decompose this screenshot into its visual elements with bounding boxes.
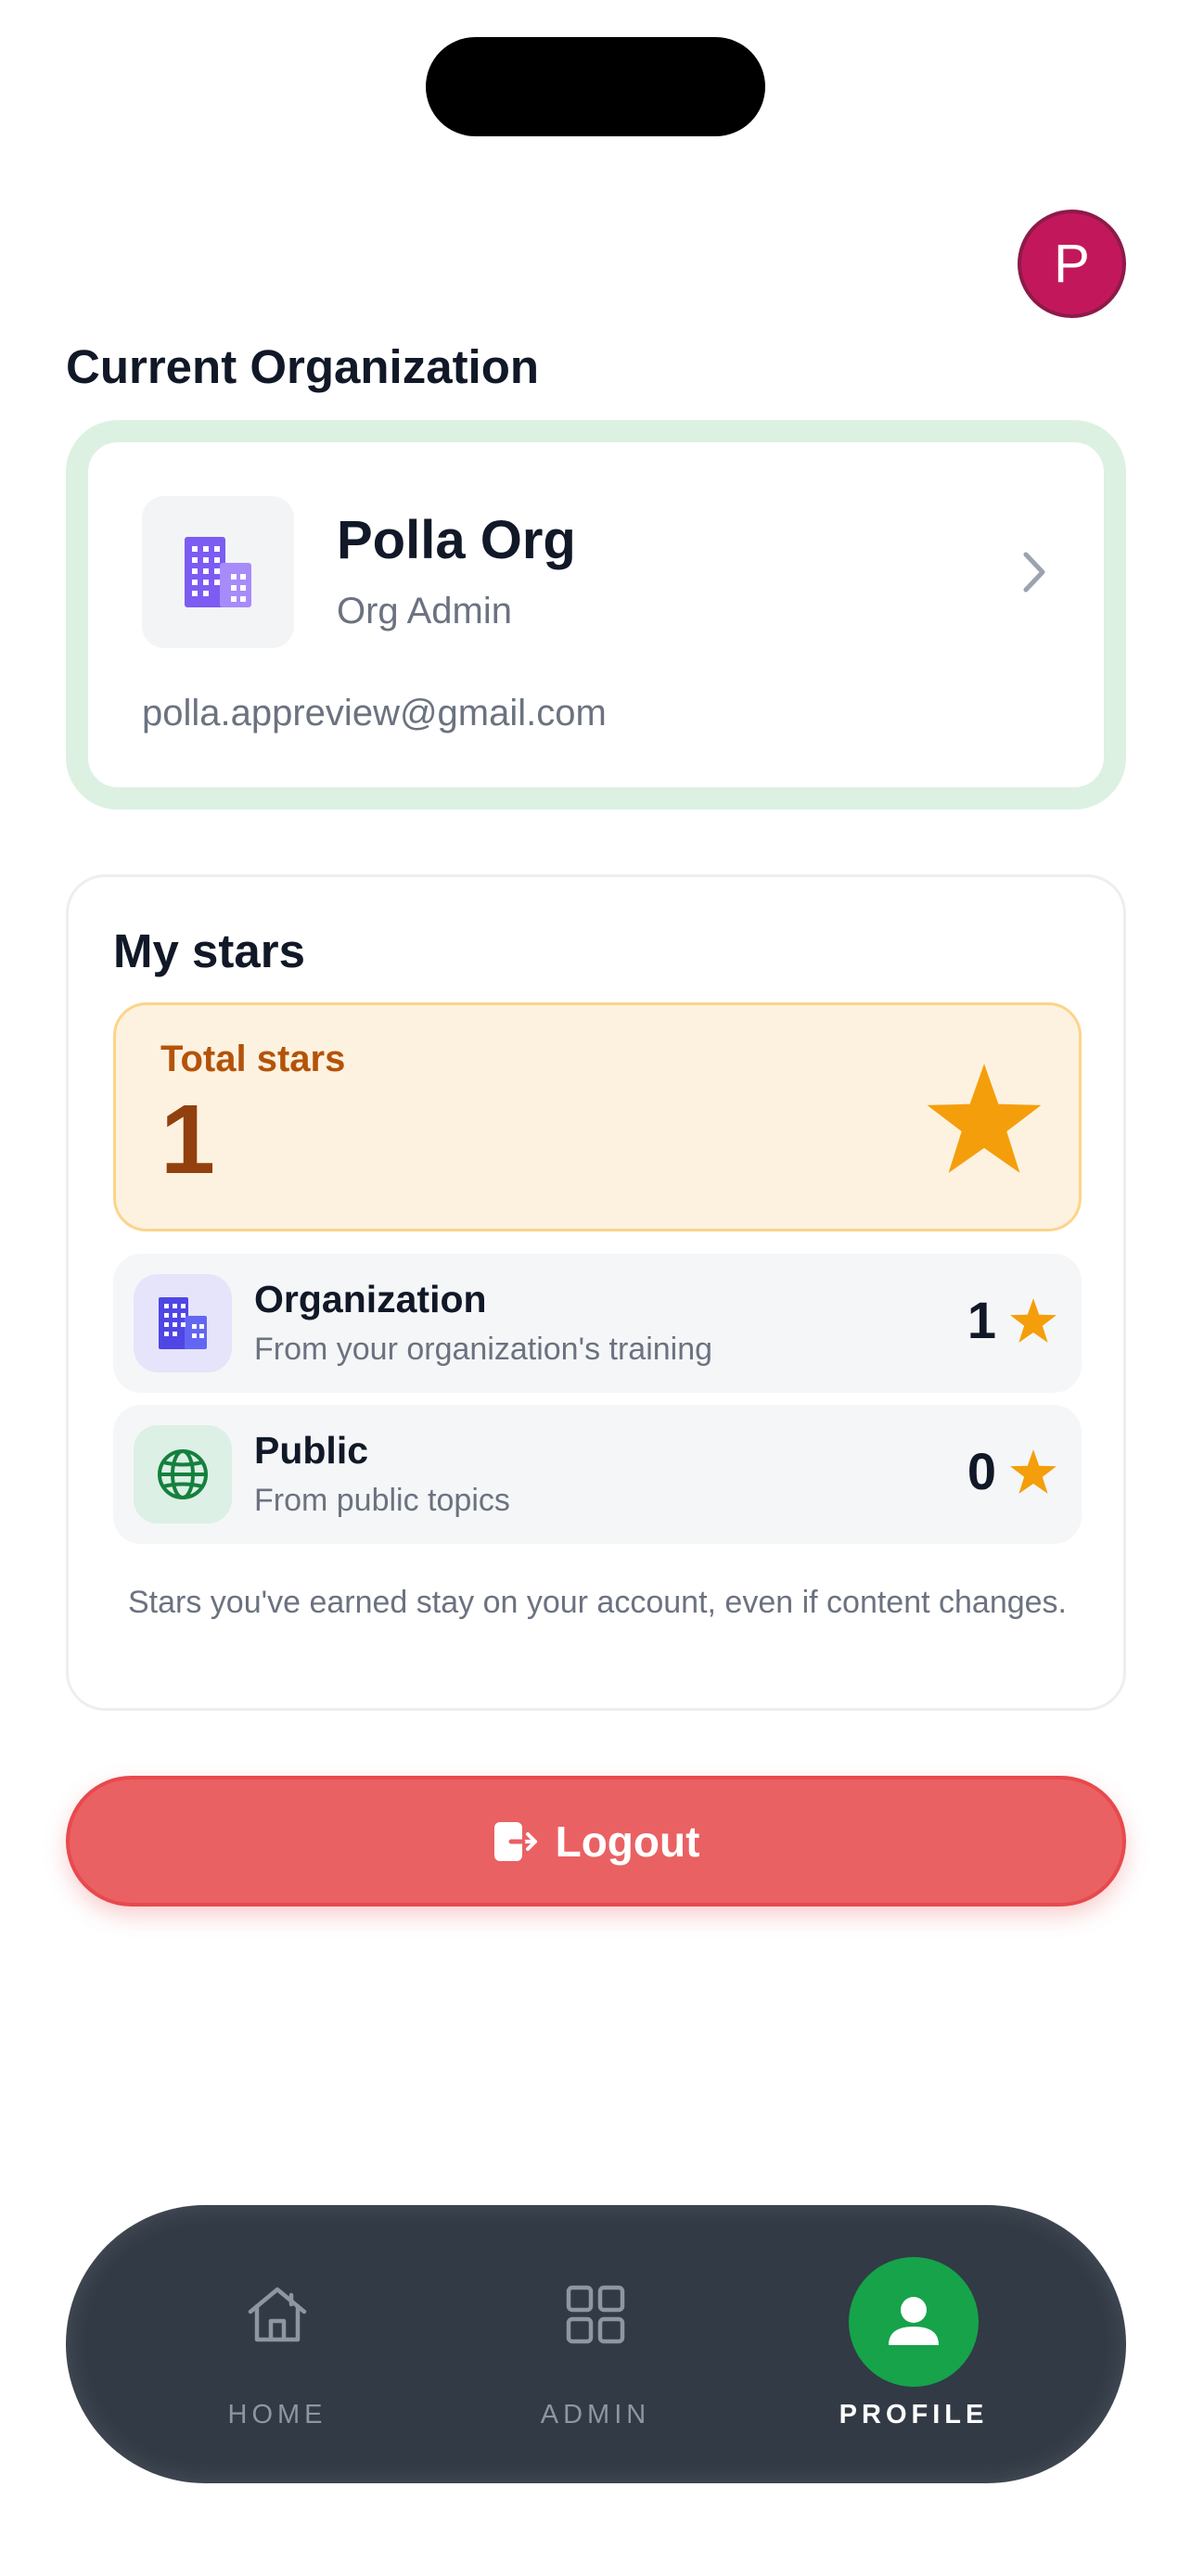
my-stars-card: My stars Total stars 1 Organization From… bbox=[66, 874, 1126, 1711]
current-organization-card[interactable]: Polla Org Org Admin polla.appreview@gmai… bbox=[66, 420, 1126, 810]
tab-profile[interactable]: PROFILE bbox=[793, 2205, 1034, 2483]
user-icon bbox=[849, 2257, 979, 2387]
section-title-current-organization: Current Organization bbox=[66, 340, 540, 393]
org-role: Org Admin bbox=[337, 591, 512, 631]
total-stars-box: Total stars 1 bbox=[113, 1002, 1082, 1231]
row-subtitle: From your organization's training bbox=[254, 1332, 713, 1367]
globe-icon bbox=[158, 1449, 208, 1499]
avatar[interactable]: P bbox=[1018, 210, 1126, 318]
row-subtitle: From public topics bbox=[254, 1483, 510, 1518]
star-icon bbox=[1010, 1298, 1057, 1343]
stars-row-public: Public From public topics 0 bbox=[113, 1405, 1082, 1544]
logout-label: Logout bbox=[555, 1817, 700, 1866]
row-count-value: 0 bbox=[967, 1442, 996, 1500]
total-stars-value: 1 bbox=[160, 1085, 215, 1194]
row-title: Public bbox=[254, 1429, 369, 1472]
home-icon bbox=[220, 2257, 335, 2372]
org-email: polla.appreview@gmail.com bbox=[142, 693, 607, 733]
avatar-initial: P bbox=[1054, 234, 1090, 294]
tab-label: ADMIN bbox=[540, 2400, 651, 2429]
row-count-value: 1 bbox=[967, 1291, 996, 1349]
tab-admin[interactable]: ADMIN bbox=[475, 2205, 716, 2483]
tab-home[interactable]: HOME bbox=[157, 2205, 398, 2483]
tab-label: PROFILE bbox=[839, 2400, 989, 2429]
stars-row-organization: Organization From your organization's tr… bbox=[113, 1254, 1082, 1393]
stars-note: Stars you've earned stay on your account… bbox=[128, 1585, 1067, 1620]
tab-label: HOME bbox=[227, 2400, 327, 2429]
org-icon-box bbox=[142, 496, 294, 648]
logout-button[interactable]: Logout bbox=[66, 1776, 1126, 1906]
org-name: Polla Org bbox=[337, 510, 576, 570]
star-icon bbox=[1010, 1449, 1057, 1494]
star-icon bbox=[927, 1064, 1042, 1173]
building-icon bbox=[159, 1297, 207, 1349]
grid-icon bbox=[538, 2257, 653, 2372]
row-icon-box bbox=[134, 1425, 232, 1524]
logout-icon bbox=[493, 1821, 537, 1861]
row-count: 1 bbox=[967, 1294, 1057, 1346]
building-icon bbox=[185, 537, 251, 607]
row-count: 0 bbox=[967, 1446, 1057, 1498]
my-stars-title: My stars bbox=[113, 925, 305, 977]
total-stars-label: Total stars bbox=[160, 1039, 346, 1079]
chevron-right-icon[interactable] bbox=[1006, 544, 1062, 600]
dynamic-island bbox=[426, 37, 765, 136]
row-title: Organization bbox=[254, 1278, 487, 1320]
row-icon-box bbox=[134, 1274, 232, 1372]
bottom-tab-bar: HOME ADMIN PROFILE bbox=[66, 2205, 1126, 2483]
